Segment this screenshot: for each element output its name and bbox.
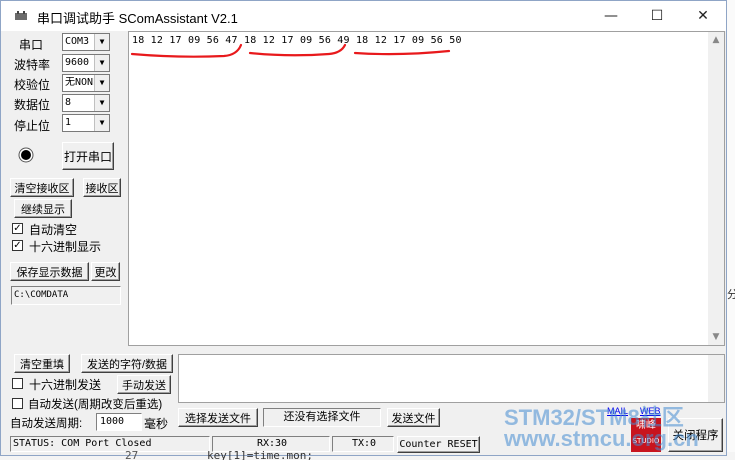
save-path-field: C:\COMDATA [11,286,121,305]
port-value: COM3 [65,36,90,47]
databits-label: 数据位 [14,98,51,112]
scroll-up-icon[interactable]: ▲ [708,32,724,48]
red-underline-annotation [130,43,451,58]
clear-receive-button[interactable]: 清空接收区 [10,178,74,197]
send-textarea[interactable] [178,354,725,403]
maximize-icon: ☐ [650,8,664,24]
period-label: 自动发送周期: [10,418,83,430]
receive-scrollbar[interactable]: ▲ ▼ [708,32,724,345]
maximize-button[interactable]: ☐ [634,1,680,31]
parity-select[interactable]: 无NONE ▼ [62,74,110,92]
open-port-button[interactable]: 打开串口 [62,142,114,170]
chevron-down-icon[interactable]: ▼ [94,75,109,91]
databits-value: 8 [65,97,72,108]
stopbits-label: 停止位 [14,119,51,133]
chevron-down-icon[interactable]: ▼ [94,95,109,111]
watermark-line-2: www.stmcu.org.cn [504,426,699,451]
selected-file-field: 还没有选择文件 [263,408,381,427]
select-file-button[interactable]: 选择发送文件 [178,408,258,427]
databits-select[interactable]: 8 ▼ [62,94,110,112]
period-unit: 毫秒 [144,417,169,431]
stopbits-select[interactable]: 1 ▼ [62,114,110,132]
title-bar[interactable]: 串口调试助手 SComAssistant V2.1 — ☐ ✕ [1,1,726,31]
minimize-icon: — [604,8,618,24]
baud-label: 波特率 [14,58,51,72]
port-label: 串口 [19,38,44,52]
hex-display-label: 十六进制显示 [29,240,102,254]
receive-textarea[interactable]: 18 12 17 09 56 47 18 12 17 09 56 49 18 1… [128,31,725,346]
window-title: 串口调试助手 SComAssistant V2.1 [37,11,238,26]
background-right-char: 分 [727,288,735,301]
auto-clear-checkbox[interactable]: ✓ [12,223,23,234]
counter-reset-button[interactable]: Counter RESET [397,436,480,453]
chevron-down-icon[interactable]: ▼ [94,115,109,131]
tx-counter: TX:0 [332,436,394,452]
hex-send-label: 十六进制发送 [29,378,102,392]
chevron-down-icon[interactable]: ▼ [94,55,109,71]
minimize-button[interactable]: — [588,1,634,31]
change-path-button[interactable]: 更改 [91,262,120,281]
send-file-button[interactable]: 发送文件 [387,408,440,427]
save-data-button[interactable]: 保存显示数据 [10,262,89,281]
auto-send-checkbox[interactable] [12,398,23,409]
manual-send-button[interactable]: 手动发送 [117,375,171,394]
auto-clear-label: 自动清空 [29,223,78,237]
close-button[interactable]: ✕ [680,1,726,31]
receive-area-button[interactable]: 接收区 [83,178,121,197]
sent-chars-button[interactable]: 发送的字符/数据 [81,354,173,373]
baud-value: 9600 [65,57,90,68]
stopbits-value: 1 [65,117,72,128]
app-icon [15,11,27,20]
close-icon: ✕ [697,8,709,24]
hex-send-checkbox[interactable] [12,378,23,389]
hex-display-checkbox[interactable]: ✓ [12,240,23,251]
parity-label: 校验位 [14,78,51,92]
chevron-down-icon[interactable]: ▼ [94,34,109,50]
baud-select[interactable]: 9600 ▼ [62,54,110,72]
port-status-indicator-icon [18,147,34,163]
send-scrollbar[interactable] [708,355,724,402]
scroll-down-icon[interactable]: ▼ [708,329,724,345]
background-code-snippet: key[1]=time.mon; [207,449,313,460]
continue-display-button[interactable]: 继续显示 [14,199,72,218]
port-select[interactable]: COM3 ▼ [62,33,110,51]
auto-send-label: 自动发送(周期改变后重选) [28,399,163,411]
status-text: STATUS: COM Port Closed [10,436,210,452]
background-line-number: 27 [125,449,139,460]
period-input[interactable]: 1000 [96,413,142,431]
scom-assistant-window: 串口调试助手 SComAssistant V2.1 — ☐ ✕ 串口 COM3 … [0,0,727,456]
clear-resend-button[interactable]: 清空重填 [14,354,70,373]
